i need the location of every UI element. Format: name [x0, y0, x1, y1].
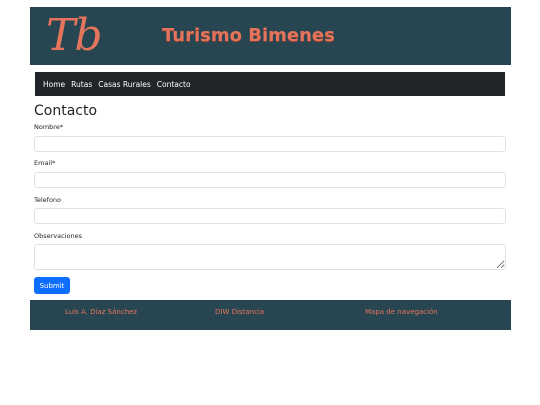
observaciones-label: Observaciones	[34, 232, 82, 240]
footer-link-mapa-navegacion[interactable]: Mapa de navegación	[365, 308, 438, 317]
nav-link-home[interactable]: Home	[43, 80, 65, 89]
nav-link-rutas[interactable]: Rutas	[71, 80, 92, 89]
telefono-label: Telefono	[34, 196, 62, 204]
submit-button[interactable]: Submit	[34, 277, 70, 294]
page-title: Contacto	[34, 103, 98, 119]
nombre-label: Nombre*	[34, 123, 64, 131]
email-label: Email*	[34, 159, 56, 167]
site-logo[interactable]: Tb	[46, 9, 106, 63]
site-title: Turismo Bimenes	[162, 25, 335, 46]
observaciones-textarea[interactable]	[34, 244, 506, 270]
nav-link-contacto[interactable]: Contacto	[157, 80, 191, 89]
footer-link-author[interactable]: Luis A. Díaz Sánchez	[65, 308, 137, 317]
telefono-input[interactable]	[34, 208, 506, 224]
site-footer: Luis A. Díaz Sánchez DIW Distancia Mapa …	[30, 300, 511, 330]
nombre-input[interactable]	[34, 136, 506, 152]
nav-link-casas-rurales[interactable]: Casas Rurales	[98, 80, 151, 89]
main-navbar: Home Rutas Casas Rurales Contacto	[35, 72, 505, 96]
page: Tb Turismo Bimenes Home Rutas Casas Rura…	[0, 0, 540, 405]
email-input[interactable]	[34, 172, 506, 188]
footer-link-diw-distancia[interactable]: DIW Distancia	[215, 308, 264, 317]
site-header: Tb Turismo Bimenes	[30, 7, 511, 65]
